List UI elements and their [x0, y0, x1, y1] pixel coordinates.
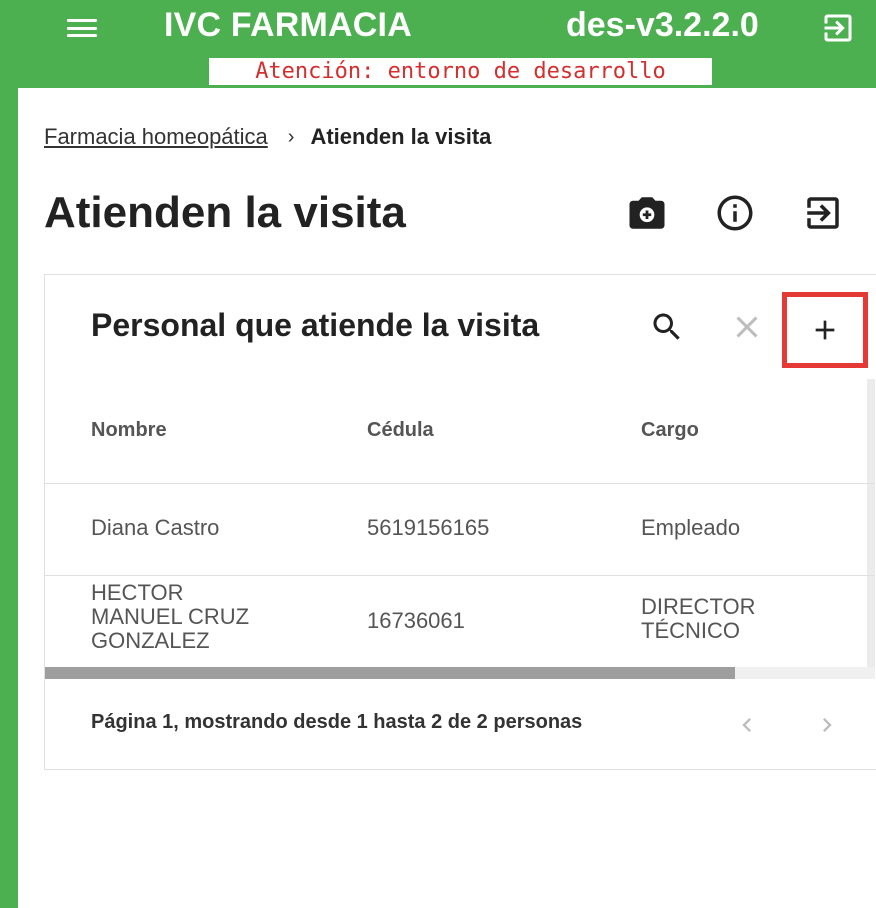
- chevron-right-icon[interactable]: [813, 711, 841, 739]
- side-rail: [0, 88, 18, 908]
- breadcrumb-parent-link[interactable]: Farmacia homeopática: [44, 124, 268, 150]
- menu-icon-bar: [67, 26, 97, 30]
- column-header-cargo[interactable]: Cargo: [641, 419, 699, 442]
- column-header-cedula[interactable]: Cédula: [367, 419, 434, 442]
- cell-cedula: 16736061: [367, 608, 465, 633]
- staff-card: Personal que atiende la visita Nombre Cé…: [44, 274, 876, 770]
- app-version: des-v3.2.2.0: [566, 6, 759, 44]
- exit-icon[interactable]: [802, 192, 844, 234]
- breadcrumb: Farmacia homeopática › Atienden la visit…: [44, 124, 491, 150]
- row-divider: [45, 483, 875, 484]
- card-title: Personal que atiende la visita: [91, 307, 540, 343]
- cell-cedula: 5619156165: [367, 515, 490, 540]
- add-icon: [815, 320, 835, 340]
- chevron-left-icon[interactable]: [733, 711, 761, 739]
- logout-icon[interactable]: [820, 10, 856, 46]
- menu-icon-bar: [67, 19, 97, 22]
- info-icon[interactable]: [714, 192, 756, 234]
- camera-icon[interactable]: [626, 192, 668, 234]
- cell-nombre: Diana Castro: [91, 515, 220, 540]
- breadcrumb-current: Atienden la visita: [310, 124, 492, 149]
- menu-icon-bar: [67, 34, 97, 37]
- menu-button[interactable]: [64, 16, 100, 40]
- add-person-button[interactable]: [782, 292, 868, 368]
- row-divider: [45, 575, 875, 576]
- search-icon[interactable]: [649, 309, 685, 345]
- column-header-nombre[interactable]: Nombre: [91, 419, 167, 442]
- environment-warning: Atención: entorno de desarrollo: [209, 58, 712, 85]
- app-title: IVC FARMACIA: [164, 6, 412, 44]
- cell-cargo: DIRECTOR TÉCNICO: [641, 594, 756, 643]
- horizontal-scroll-thumb[interactable]: [45, 667, 735, 679]
- table-vertical-scrollbar[interactable]: [867, 379, 875, 669]
- close-icon[interactable]: [729, 309, 765, 345]
- top-app-bar: IVC FARMACIA des-v3.2.2.0 Atención: ento…: [0, 0, 876, 88]
- cell-cargo: Empleado: [641, 515, 741, 540]
- cell-nombre: HECTOR MANUEL CRUZ GONZALEZ: [91, 580, 250, 653]
- pagination-summary: Página 1, mostrando desde 1 hasta 2 de 2…: [91, 711, 583, 733]
- breadcrumb-separator: ›: [287, 125, 295, 148]
- page-title: Atienden la visita: [44, 188, 406, 237]
